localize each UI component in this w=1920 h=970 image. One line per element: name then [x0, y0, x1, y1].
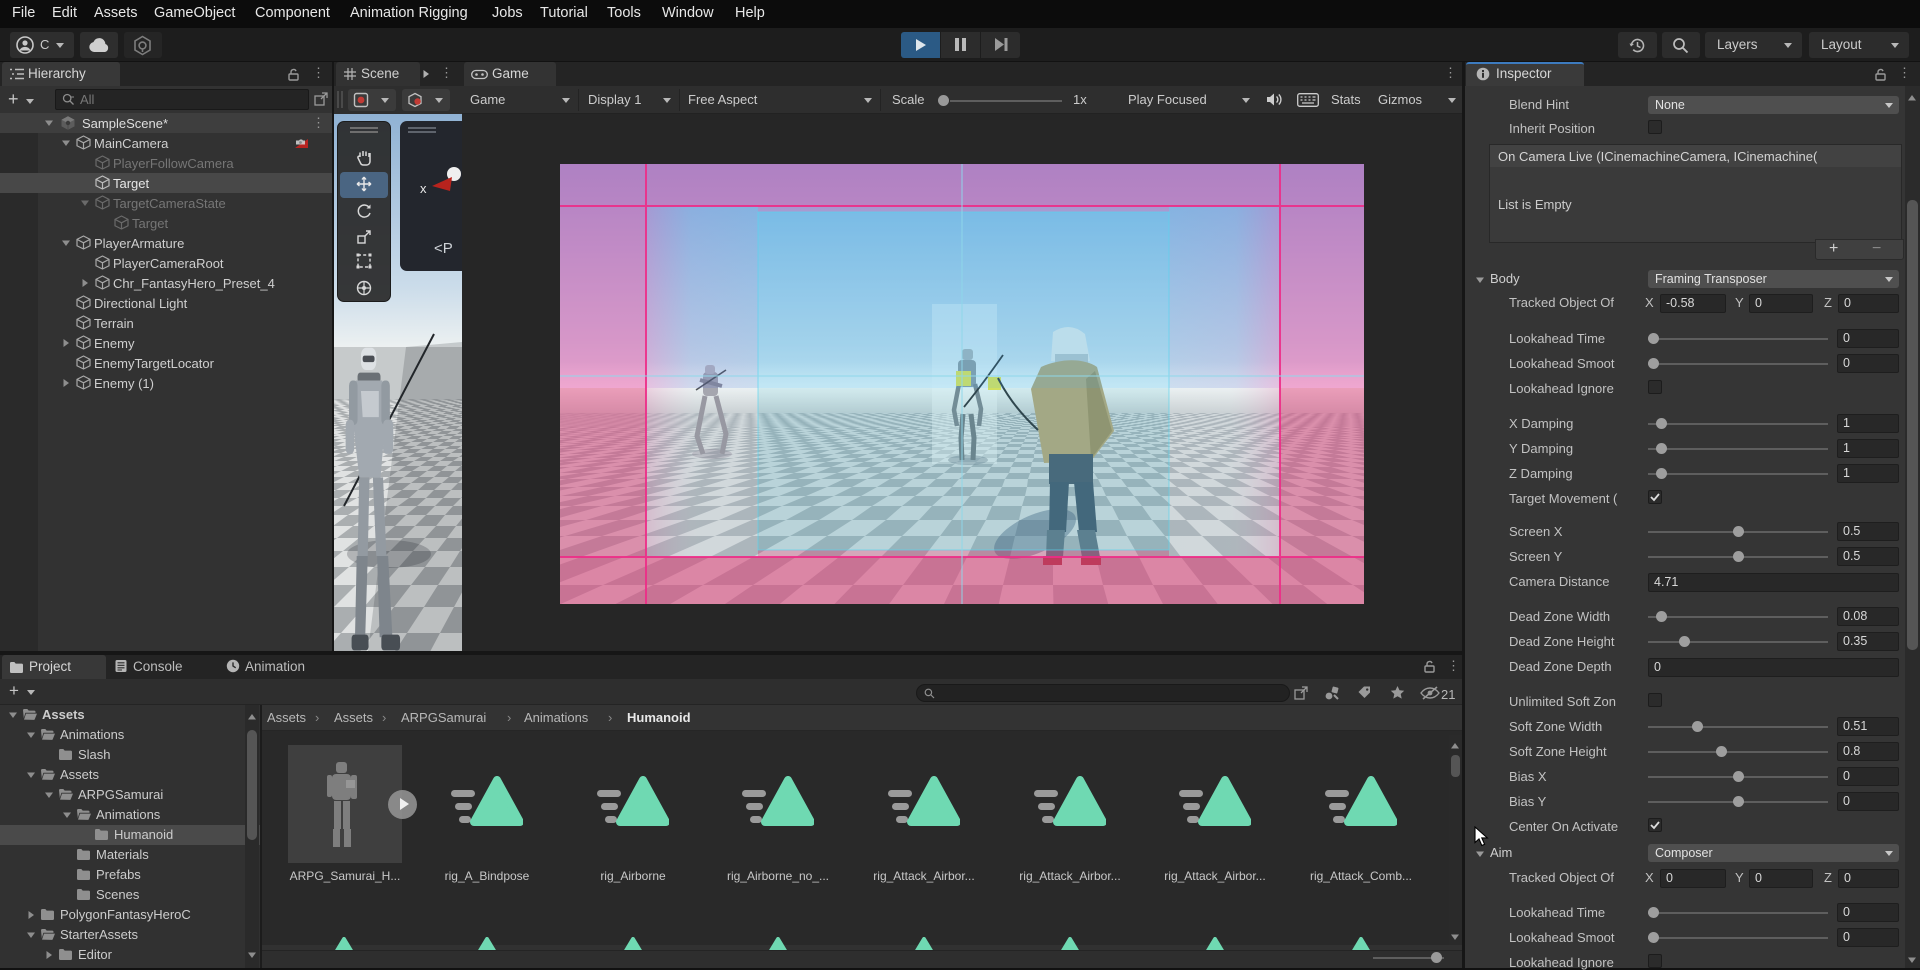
svg-text:x: x [420, 181, 427, 196]
